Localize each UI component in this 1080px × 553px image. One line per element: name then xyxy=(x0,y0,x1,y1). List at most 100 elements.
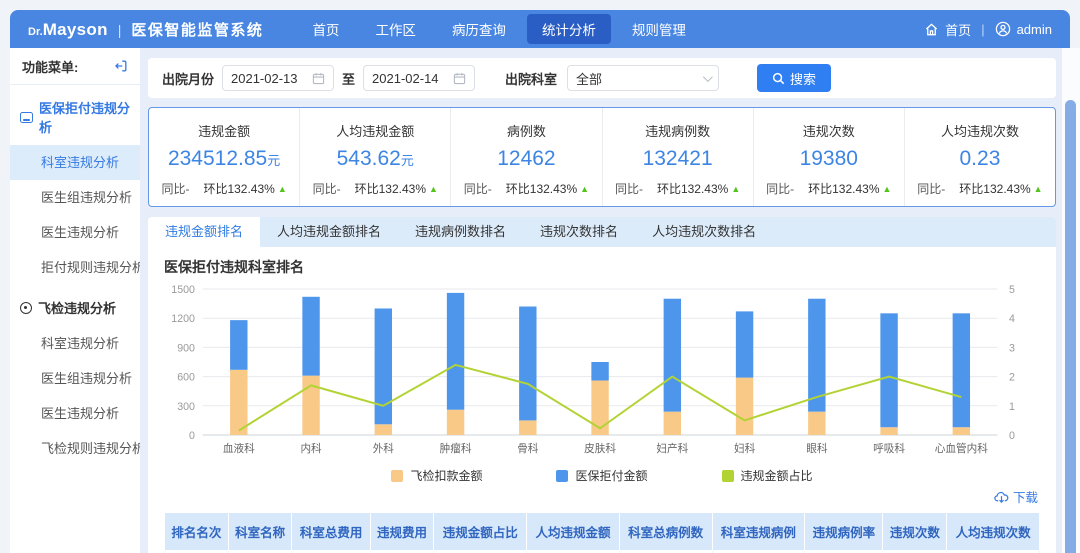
tab-2[interactable]: 违规病例数排名 xyxy=(398,217,523,247)
download-link[interactable]: 下载 xyxy=(994,487,1038,506)
app-page: Dr. Mayson | 医保智能监管系统 首页 工作区 病历查询 统计分析 规则管理 … xyxy=(0,0,1080,553)
search-button[interactable]: 搜索 xyxy=(757,64,832,92)
nav-item-3[interactable]: 统计分析 xyxy=(526,14,611,44)
avatar-icon[interactable] xyxy=(995,21,1011,37)
page-scrollbar-thumb[interactable] xyxy=(1065,100,1076,553)
nav-item-4[interactable]: 规则管理 xyxy=(617,14,701,44)
chart-section: 医保拒付违规科室排名 0 300 600 900 1200 1500 0 1 2 3 4 5 血液科 内科… xyxy=(148,247,1056,484)
mom-value: 环比132.43% ▲ xyxy=(808,182,892,196)
sidebar: 功能菜单: 医保拒付违规分析科室违规分析 医生组违规分析 医生违规分析 拒付规则违规分… xyxy=(10,48,145,553)
table-header-8: 违规病例率 xyxy=(804,512,884,551)
legend-item-0[interactable]: 飞检扣款金额 xyxy=(391,467,482,484)
chart-legend: 飞检扣款金额 医保拒付金额 违规金额占比 xyxy=(164,467,1040,484)
tab-0[interactable]: 违规金额排名 xyxy=(148,217,261,247)
stat-label: 人均违规次数 xyxy=(940,124,1019,139)
sidebar-item-0-3[interactable]: 拒付规则违规分析 xyxy=(10,250,145,285)
stat-comparison: 同比- 环比132.43% ▲ xyxy=(451,180,601,197)
svg-text:900: 900 xyxy=(177,342,195,354)
sidebar-item-1-1[interactable]: 医生组违规分析 xyxy=(10,361,140,396)
legend-label: 医保拒付金额 xyxy=(575,469,648,483)
date-to-value: 2021-02-14 xyxy=(372,70,439,86)
stat-label: 违规病例数 xyxy=(645,124,711,139)
sidebar-item-1-3[interactable]: 飞检规则违规分析 xyxy=(10,431,145,466)
brand-logo: Dr. Mayson | 医保智能监管系统 xyxy=(28,19,263,40)
legend-swatch xyxy=(556,469,569,482)
stat-card-2: 病例数 12462 同比- 环比132.43% ▲ xyxy=(450,108,601,206)
collapse-sidebar-icon[interactable] xyxy=(114,59,128,73)
svg-text:眼科: 眼科 xyxy=(806,441,827,455)
nav-item-1[interactable]: 工作区 xyxy=(360,14,431,44)
svg-text:呼吸科: 呼吸科 xyxy=(873,441,905,455)
sidebar-group-0[interactable]: 医保拒付违规分析 xyxy=(10,85,140,145)
sidebar-header: 功能菜单: xyxy=(10,48,140,85)
table-header-3: 违规费用 xyxy=(369,512,435,551)
mom-value: 环比132.43% ▲ xyxy=(656,182,741,196)
monitor-icon xyxy=(20,111,33,123)
stat-label: 病例数 xyxy=(506,124,546,139)
stat-comparison: 同比- 环比132.43% ▲ xyxy=(905,180,1055,197)
svg-text:0: 0 xyxy=(1009,430,1015,442)
yoy-value: 同比- xyxy=(766,182,795,196)
nav-right: 首页 | admin xyxy=(924,20,1052,39)
ranking-table-wrap: 排名名次 科室名称 科室总费用 违规费用 违规金额占比 人均违规金额 科室总病例数 科室违规病… xyxy=(148,509,1056,553)
legend-item-2[interactable]: 违规金额占比 xyxy=(721,467,813,484)
yoy-value: 同比- xyxy=(463,182,492,196)
sidebar-item-1-2[interactable]: 医生违规分析 xyxy=(10,396,140,431)
username[interactable]: admin xyxy=(1017,22,1052,37)
table-header-1: 科室名称 xyxy=(227,512,293,551)
yoy-value: 同比- xyxy=(917,182,946,196)
calendar-icon xyxy=(453,72,466,84)
svg-text:内科: 内科 xyxy=(300,441,321,455)
svg-text:1: 1 xyxy=(1009,401,1015,413)
date-from-input[interactable]: 2021-02-13 xyxy=(222,65,335,91)
stat-value: 132421 xyxy=(642,147,713,170)
nav-item-2[interactable]: 病历查询 xyxy=(437,14,521,44)
up-triangle-icon: ▲ xyxy=(882,183,892,194)
svg-text:妇产科: 妇产科 xyxy=(656,441,688,455)
sidebar-group-1[interactable]: 飞检违规分析 xyxy=(10,285,140,326)
legend-item-1[interactable]: 医保拒付金额 xyxy=(556,467,648,484)
sidebar-menu: 医保拒付违规分析科室违规分析 医生组违规分析 医生违规分析 拒付规则违规分析 飞检违规分… xyxy=(10,85,145,466)
nav-home-link[interactable]: 首页 xyxy=(945,20,971,39)
nav-menu: 首页 工作区 病历查询 统计分析 规则管理 xyxy=(297,14,701,44)
nav-item-0[interactable]: 首页 xyxy=(297,14,354,44)
ranking-panel: 违规金额排名 人均违规金额排名 违规病例数排名 违规次数排名 人均违规次数排名 医保拒付… xyxy=(148,217,1056,553)
sidebar-item-1-0[interactable]: 科室违规分析 xyxy=(10,326,140,361)
nav-right-divider: | xyxy=(981,21,985,37)
tab-4[interactable]: 人均违规次数排名 xyxy=(635,217,773,247)
ranking-tabs: 违规金额排名 人均违规金额排名 违规病例数排名 违规次数排名 人均违规次数排名 xyxy=(148,217,1056,247)
home-icon[interactable] xyxy=(924,22,939,37)
up-triangle-icon: ▲ xyxy=(580,183,590,194)
stat-comparison: 同比- 环比132.43% ▲ xyxy=(603,180,753,197)
brand-name: Mayson xyxy=(42,19,108,39)
tab-1[interactable]: 人均违规金额排名 xyxy=(260,217,398,247)
main-row: 功能菜单: 医保拒付违规分析科室违规分析 医生组违规分析 医生违规分析 拒付规则违规分… xyxy=(10,48,1080,553)
stat-card-3: 违规病例数 132421 同比- 环比132.43% ▲ xyxy=(601,108,753,206)
sidebar-title: 功能菜单: xyxy=(22,59,79,75)
sidebar-item-0-1[interactable]: 医生组违规分析 xyxy=(10,180,140,215)
system-title: 医保智能监管系统 xyxy=(131,21,264,39)
search-button-label: 搜索 xyxy=(790,71,817,87)
legend-swatch xyxy=(721,469,734,482)
sidebar-item-0-2[interactable]: 医生违规分析 xyxy=(10,215,140,250)
dept-select[interactable]: 全部 xyxy=(567,65,720,91)
tab-3[interactable]: 违规次数排名 xyxy=(523,217,635,247)
table-header-4: 违规金额占比 xyxy=(433,512,528,551)
legend-swatch xyxy=(391,469,404,482)
sidebar-item-0-0[interactable]: 科室违规分析 xyxy=(10,145,140,180)
table-header-6: 科室总病例数 xyxy=(618,512,713,551)
calendar-icon xyxy=(312,72,325,84)
filter-bar: 出院月份 2021-02-13 至 2021-02-14 出院科室 全部 搜索 xyxy=(148,58,1056,98)
date-to-input[interactable]: 2021-02-14 xyxy=(363,65,476,91)
stat-value: 543.62元 xyxy=(336,147,414,170)
svg-text:妇科: 妇科 xyxy=(734,441,755,455)
page-scrollbar-track[interactable] xyxy=(1062,48,1080,553)
legend-label: 违规金额占比 xyxy=(740,469,813,483)
legend-label: 飞检扣款金额 xyxy=(410,469,483,483)
sidebar-group-label: 医保拒付违规分析 xyxy=(39,101,131,135)
top-navbar: Dr. Mayson | 医保智能监管系统 首页 工作区 病历查询 统计分析 规则管理 … xyxy=(10,10,1070,48)
chart-title: 医保拒付违规科室排名 xyxy=(164,259,304,275)
yoy-value: 同比- xyxy=(312,182,341,196)
stat-comparison: 同比- 环比132.43% ▲ xyxy=(754,180,904,197)
target-icon xyxy=(20,301,32,314)
